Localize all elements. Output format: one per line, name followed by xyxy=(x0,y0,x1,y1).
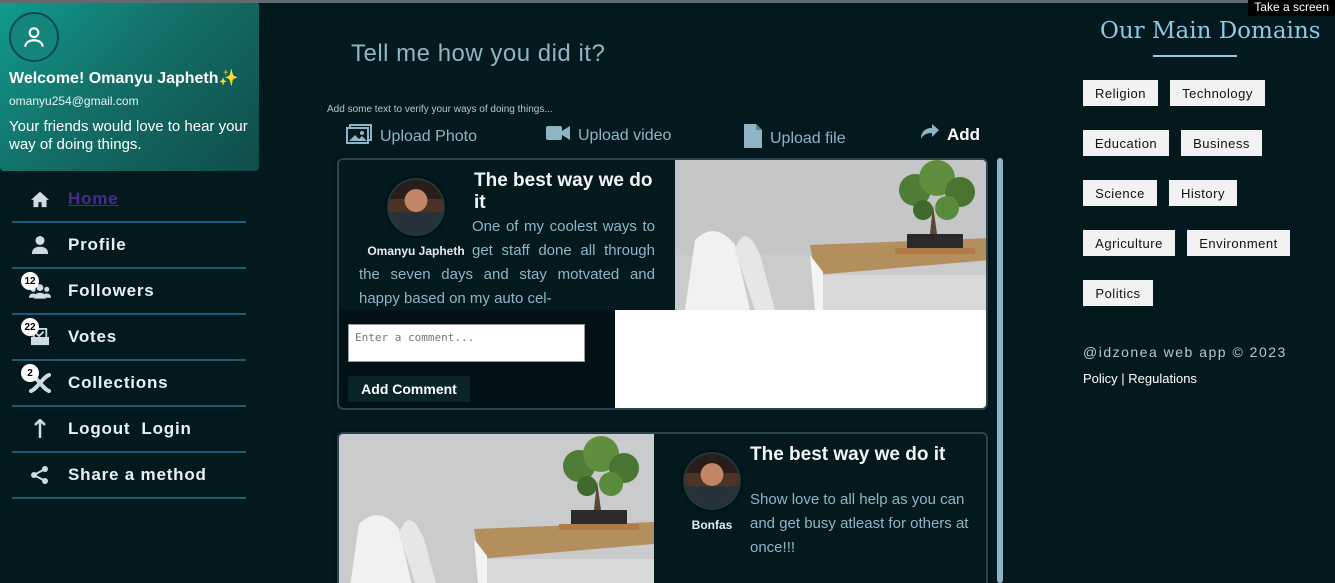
share-icon xyxy=(12,465,68,485)
sidebar-item-label: Logout Login xyxy=(68,419,192,438)
sidebar-item-votes[interactable]: 22 Votes xyxy=(12,315,246,361)
sidebar-item-label: Share a method xyxy=(68,465,207,484)
bonsai-photo xyxy=(675,160,986,310)
welcome-heading: Welcome! Omanyu Japheth✨ xyxy=(9,70,239,87)
collections-count-badge: 2 xyxy=(21,364,39,382)
domains-title: Our Main Domains xyxy=(1100,18,1321,44)
photo-icon xyxy=(346,124,372,149)
votes-count-badge: 22 xyxy=(21,318,39,336)
screenshot-tooltip: Take a screen xyxy=(1248,0,1335,16)
upload-file-button[interactable]: Upload file xyxy=(744,124,846,153)
upload-photo-button[interactable]: Upload Photo xyxy=(346,124,477,149)
users-icon xyxy=(12,283,68,299)
video-camera-icon xyxy=(546,124,570,147)
sidebar-item-share[interactable]: Share a method xyxy=(12,453,246,499)
post-title: The best way we do it xyxy=(750,444,946,465)
domain-tag-education[interactable]: Education xyxy=(1083,130,1169,156)
footer-copyright: @idzonea web app © 2023 xyxy=(1083,344,1287,360)
domain-tag-technology[interactable]: Technology xyxy=(1170,80,1265,106)
post-card: Omanyu Japheth The best way we do it One… xyxy=(337,158,988,410)
sidebar-item-profile[interactable]: Profile xyxy=(12,223,246,269)
user-icon xyxy=(12,235,68,255)
comment-input[interactable]: Enter a comment... xyxy=(348,324,585,362)
composer-prompt[interactable]: Tell me how you did it? xyxy=(351,40,605,68)
sidebar-item-collections[interactable]: 2 Collections xyxy=(12,361,246,407)
arrow-up-icon xyxy=(12,419,68,439)
upload-file-label: Upload file xyxy=(770,129,846,147)
domains-title-underline xyxy=(1153,55,1237,57)
sidebar-item-followers[interactable]: 12 Followers xyxy=(12,269,246,315)
user-email: omanyu254@gmail.com xyxy=(9,94,139,108)
post-author[interactable]: Bonfas xyxy=(660,452,764,532)
sidebar-menu: Home Profile 12 Followers 22 Votes 2 Col… xyxy=(12,177,246,499)
domain-tag-history[interactable]: History xyxy=(1169,180,1237,206)
vote-box-icon xyxy=(12,328,68,346)
post-text-column: Bonfas The best way we do it Show love t… xyxy=(654,434,986,583)
post-title: The best way we do it xyxy=(474,170,653,213)
invite-text: Your friends would love to hear your way… xyxy=(9,118,248,153)
share-arrow-icon xyxy=(921,124,939,145)
upload-toolbar: Upload Photo Upload video Upload file Ad… xyxy=(346,124,986,150)
sidebar-item-logout-login[interactable]: Logout Login xyxy=(12,407,246,453)
post-body: One of my coolest ways to get staff done… xyxy=(359,218,655,307)
upload-video-button[interactable]: Upload video xyxy=(546,124,671,147)
upload-video-label: Upload video xyxy=(578,126,672,144)
add-post-button[interactable]: Add xyxy=(921,124,980,145)
post-body: Show love to all help as you can and get… xyxy=(750,491,969,556)
domain-tag-politics[interactable]: Politics xyxy=(1083,280,1153,306)
sidebar-item-home[interactable]: Home xyxy=(12,177,246,223)
add-comment-button[interactable]: Add Comment xyxy=(348,376,470,402)
post-text-column: Omanyu Japheth The best way we do it One… xyxy=(339,160,675,310)
sparkle-icon: ✨ xyxy=(218,70,239,87)
upload-photo-label: Upload Photo xyxy=(380,127,477,145)
sidebar-item-label: Votes xyxy=(68,327,118,346)
author-name: Bonfas xyxy=(691,518,733,532)
author-avatar xyxy=(683,452,741,510)
sidebar-item-label: Profile xyxy=(68,235,127,254)
bonsai-photo xyxy=(339,434,654,583)
composer-hint: Add some text to verify your ways of doi… xyxy=(327,104,553,115)
footer-links[interactable]: Policy | Regulations xyxy=(1083,371,1197,386)
file-icon xyxy=(744,124,762,153)
home-icon xyxy=(12,190,68,208)
feed-scrollbar[interactable] xyxy=(997,158,1003,583)
collections-icon xyxy=(12,373,68,393)
domain-tag-religion[interactable]: Religion xyxy=(1083,80,1158,106)
domain-tag-business[interactable]: Business xyxy=(1181,130,1262,156)
domain-tag-environment[interactable]: Environment xyxy=(1187,230,1290,256)
sidebar-item-label: Followers xyxy=(68,281,155,300)
comment-box: Enter a comment... Add Comment xyxy=(339,310,615,408)
domain-tag-agriculture[interactable]: Agriculture xyxy=(1083,230,1175,256)
sidebar-item-label: Collections xyxy=(68,373,169,392)
user-avatar-icon[interactable] xyxy=(9,12,59,62)
add-post-label: Add xyxy=(947,124,981,144)
profile-card: Welcome! Omanyu Japheth✨ omanyu254@gmail… xyxy=(0,3,259,171)
followers-count-badge: 12 xyxy=(21,272,39,290)
post-card: Bonfas The best way we do it Show love t… xyxy=(337,432,988,583)
sidebar-item-label: Home xyxy=(68,189,119,208)
domain-tag-science[interactable]: Science xyxy=(1083,180,1157,206)
